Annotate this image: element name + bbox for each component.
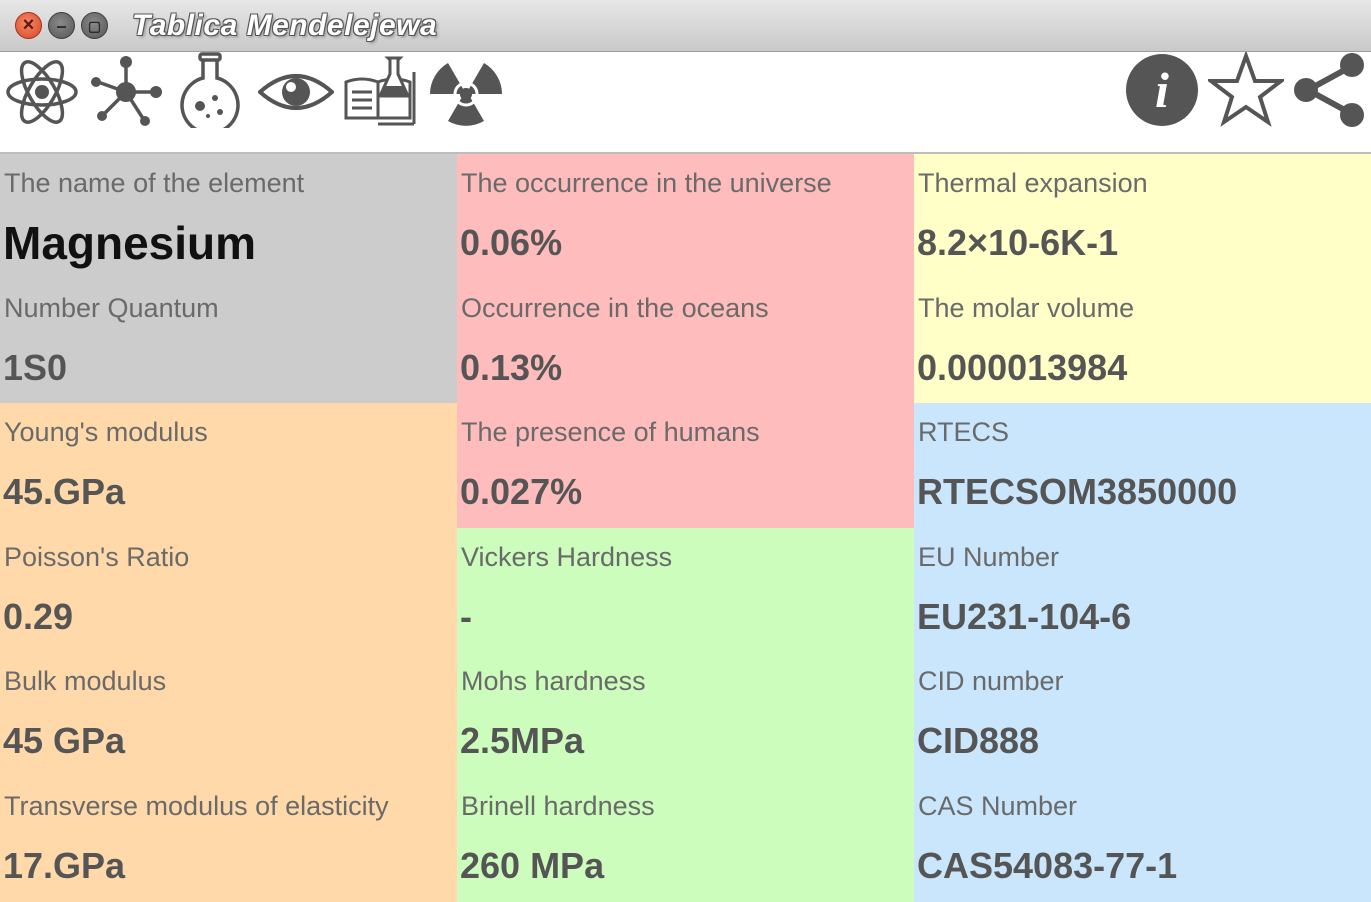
eye-icon <box>258 74 334 110</box>
property-value: 0.06% <box>460 222 563 263</box>
property-value: 45.GPa <box>3 471 126 512</box>
info-glyph: i <box>1155 62 1169 118</box>
property-cell: Mohs hardness 2.5MPa <box>457 652 914 777</box>
property-value: 8.2×10-6K-1 <box>917 222 1119 263</box>
property-cell: Poisson's Ratio 0.29 <box>0 527 457 653</box>
flask-button[interactable] <box>172 52 248 128</box>
property-label: Number Quantum <box>4 292 219 323</box>
property-value: CAS54083-77-1 <box>917 844 1178 886</box>
property-label: CID number <box>918 666 1064 696</box>
window-title: Tablica Mendelejewa <box>132 9 438 42</box>
share-icon <box>1294 53 1364 127</box>
property-cell: Occurrence in the oceans 0.13% <box>457 278 914 404</box>
window-maximize-button[interactable]: ▢ <box>81 12 108 39</box>
toolbar: i <box>0 52 1371 152</box>
property-value: 17.GPa <box>3 844 126 886</box>
property-cell: CID number CID888 <box>914 652 1371 777</box>
minimize-icon: – <box>56 15 67 36</box>
book-flask-icon <box>344 56 416 126</box>
radiation-button[interactable] <box>428 52 504 128</box>
property-label: Bulk modulus <box>4 666 167 696</box>
property-value: 45 GPa <box>3 720 126 761</box>
property-cell: The occurrence in the universe 0.06% <box>457 154 914 279</box>
property-value: - <box>460 595 472 637</box>
property-cell: Brinell hardness 260 MPa <box>457 776 914 902</box>
share-button[interactable] <box>1292 52 1368 128</box>
property-value: CID888 <box>917 720 1040 761</box>
window-titlebar: × – ▢ Tablica Mendelejewa <box>0 0 1371 52</box>
property-label: Transverse modulus of elasticity <box>4 790 389 821</box>
property-value: 0.027% <box>460 471 583 512</box>
property-column: The name of the element Magnesium Number Q… <box>0 154 457 902</box>
property-cell: The name of the element Magnesium <box>0 154 457 279</box>
property-column: The occurrence in the universe 0.06% Occur… <box>457 154 914 902</box>
property-label: The molar volume <box>918 292 1135 323</box>
info-button[interactable]: i <box>1124 52 1200 128</box>
atom-icon <box>6 60 78 124</box>
window-close-button[interactable]: × <box>15 12 42 39</box>
property-label: Vickers Hardness <box>461 541 673 572</box>
flask-icon <box>180 52 240 128</box>
property-cell: The presence of humans 0.027% <box>457 403 914 528</box>
close-icon: × <box>22 13 35 36</box>
maximize-icon: ▢ <box>87 17 102 34</box>
radiation-icon <box>430 63 502 126</box>
star-icon <box>1208 52 1284 127</box>
eye-button[interactable] <box>258 54 334 130</box>
property-cell: RTECS RTECSOM3850000 <box>914 403 1371 528</box>
property-label: The occurrence in the universe <box>461 168 832 198</box>
molecule-icon <box>91 56 162 126</box>
property-cell: EU Number EU231-104-6 <box>914 527 1371 653</box>
property-label: Thermal expansion <box>918 168 1148 198</box>
property-label: Poisson's Ratio <box>4 541 190 572</box>
property-label: Mohs hardness <box>461 666 646 696</box>
property-cell: Transverse modulus of elasticity 17.GPa <box>0 776 457 902</box>
element-properties-grid: The name of the element Magnesium Number Q… <box>0 152 1371 902</box>
property-cell: Bulk modulus 45 GPa <box>0 652 457 777</box>
property-value: RTECSOM3850000 <box>917 471 1238 512</box>
property-label: EU Number <box>918 541 1060 572</box>
property-label: RTECS <box>918 417 1010 447</box>
property-value: 1S0 <box>3 346 68 388</box>
property-value: 0.13% <box>460 346 563 388</box>
property-column: Thermal expansion 8.2×10-6K-1 The molar vo… <box>914 154 1371 902</box>
atom-button[interactable] <box>4 54 80 130</box>
element-name-value: Magnesium <box>3 217 257 269</box>
property-label: The presence of humans <box>461 417 760 447</box>
property-label: Brinell hardness <box>461 790 655 821</box>
property-value: 260 MPa <box>460 844 605 886</box>
property-label: Occurrence in the oceans <box>461 292 769 323</box>
property-value: 0.000013984 <box>917 346 1128 388</box>
molecule-button[interactable] <box>88 54 164 130</box>
book-flask-button[interactable] <box>342 52 418 128</box>
property-cell: Number Quantum 1S0 <box>0 278 457 404</box>
property-label: The name of the element <box>4 168 305 198</box>
window-minimize-button[interactable]: – <box>48 12 75 39</box>
property-cell: Young's modulus 45.GPa <box>0 403 457 528</box>
property-cell: The molar volume 0.000013984 <box>914 278 1371 404</box>
favorite-button[interactable] <box>1208 52 1284 128</box>
property-value: 2.5MPa <box>460 720 585 761</box>
property-label: CAS Number <box>918 790 1078 821</box>
property-cell: CAS Number CAS54083-77-1 <box>914 776 1371 902</box>
property-value: EU231-104-6 <box>917 595 1132 637</box>
property-cell: Vickers Hardness - <box>457 527 914 653</box>
property-cell: Thermal expansion 8.2×10-6K-1 <box>914 154 1371 279</box>
property-value: 0.29 <box>3 595 74 637</box>
property-label: Young's modulus <box>4 417 208 447</box>
